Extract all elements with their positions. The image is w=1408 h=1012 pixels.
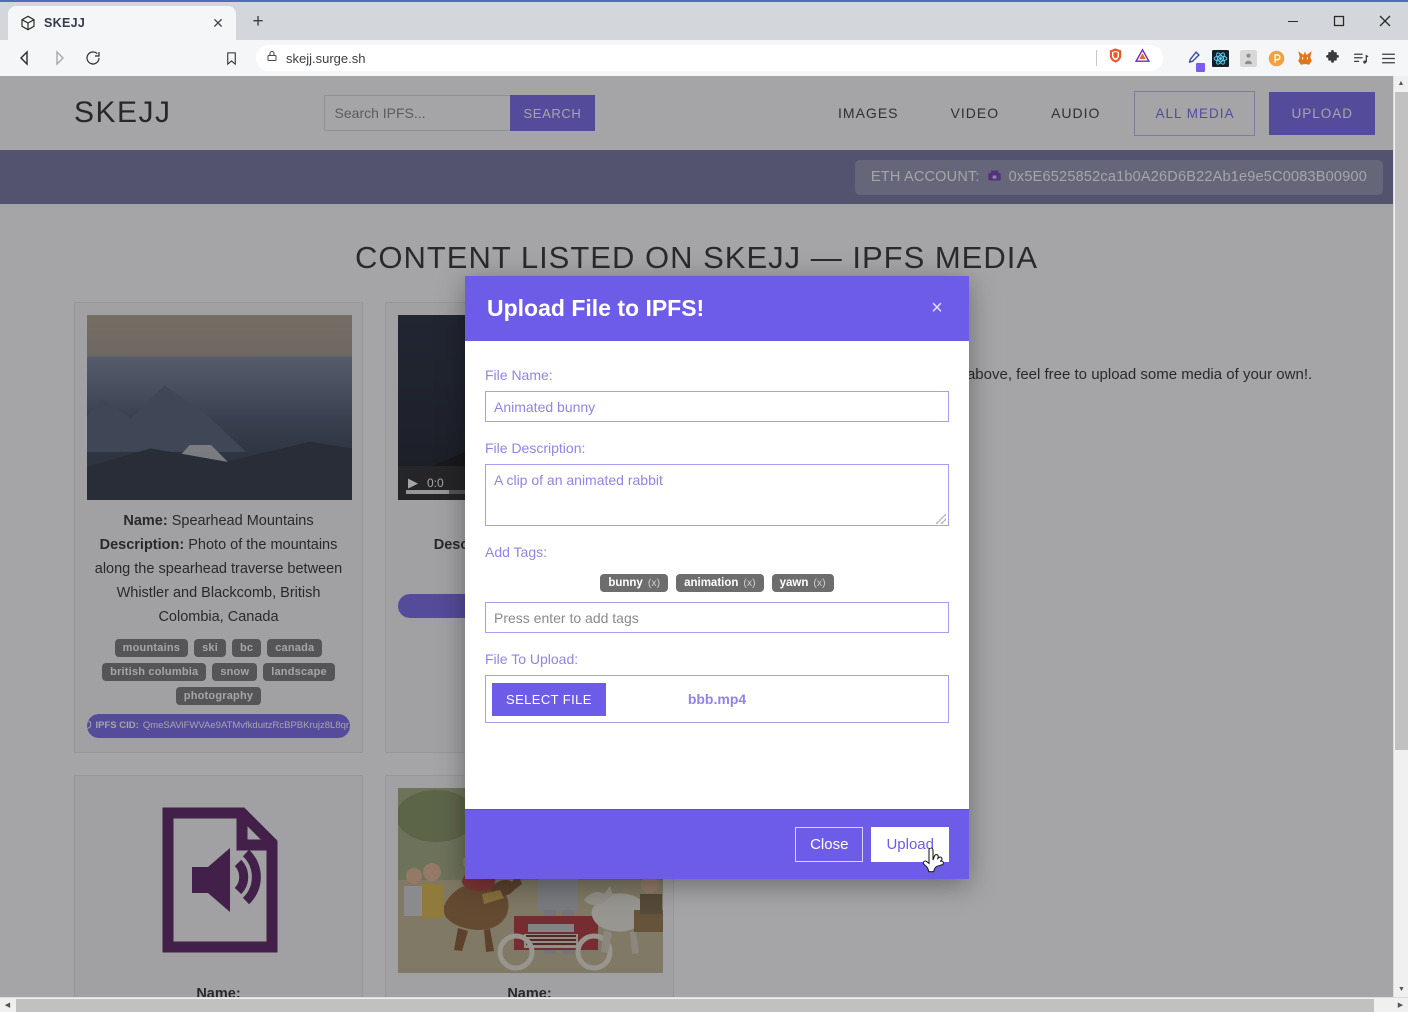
file-to-upload-label: File To Upload: — [485, 651, 579, 667]
caret-right-icon[interactable]: ▶ — [1393, 998, 1408, 1012]
react-devtools-icon[interactable] — [1211, 49, 1230, 68]
horizontal-scrollbar-thumb[interactable] — [16, 999, 1374, 1012]
lock-icon — [266, 49, 278, 67]
new-tab-button[interactable]: + — [244, 8, 272, 36]
cube-icon — [20, 15, 36, 31]
modal-body: File Name: Animated bunny File Descripti… — [465, 341, 969, 809]
modal-tag-label: animation — [684, 577, 739, 589]
select-file-button[interactable]: SELECT FILE — [492, 682, 606, 716]
modal-tag-label: yawn — [779, 577, 809, 589]
window-controls — [1270, 2, 1408, 40]
maximize-icon[interactable] — [1316, 2, 1362, 40]
modal-footer: Close Upload — [465, 809, 969, 879]
vertical-scrollbar-thumb[interactable] — [1395, 92, 1408, 750]
mouse-cursor-pointer-icon — [922, 847, 946, 878]
caret-up-icon[interactable]: ▲ — [1394, 76, 1408, 91]
file-name-input[interactable]: Animated bunny — [485, 391, 949, 422]
modal-tag-chip[interactable]: animation (x) — [676, 574, 764, 592]
close-icon[interactable]: ✕ — [208, 13, 228, 33]
page-viewport: SKEJJ Search IPFS... SEARCH IMAGES VIDEO… — [0, 76, 1393, 997]
orange-circle-extension-icon[interactable] — [1267, 49, 1286, 68]
close-icon[interactable]: × — [925, 296, 949, 320]
file-description-textarea[interactable]: A clip of an animated rabbit — [485, 464, 949, 526]
caret-down-icon[interactable]: ▼ — [1394, 982, 1408, 997]
pocket-icon[interactable] — [1239, 49, 1258, 68]
add-tags-label: Add Tags: — [485, 544, 548, 560]
modal-tag-list: bunny (x) animation (x) yawn (x) — [485, 574, 949, 592]
forward-arrow-icon — [44, 44, 74, 72]
minimize-icon[interactable] — [1270, 2, 1316, 40]
reload-icon[interactable] — [78, 44, 108, 72]
browser-tab[interactable]: SKEJJ ✕ — [8, 6, 236, 40]
modal-tag-chip[interactable]: bunny (x) — [600, 574, 669, 592]
remove-tag-icon[interactable]: (x) — [813, 577, 825, 589]
browser-navbar: skejj.surge.sh — [0, 40, 1408, 76]
url-bar[interactable]: skejj.surge.sh — [256, 45, 1163, 71]
tab-title: SKEJJ — [44, 16, 86, 30]
url-text: skejj.surge.sh — [286, 50, 366, 66]
browser-titlebar: SKEJJ ✕ + — [0, 0, 1408, 40]
playlist-icon[interactable] — [1351, 49, 1370, 68]
file-description-label: File Description: — [485, 440, 586, 456]
tag-input[interactable]: Press enter to add tags — [485, 602, 949, 633]
modal-header: Upload File to IPFS! × — [465, 276, 969, 341]
file-name-label: File Name: — [485, 367, 553, 383]
triangle-extension-icon[interactable] — [1134, 47, 1151, 69]
modal-tag-chip[interactable]: yawn (x) — [771, 574, 834, 592]
puzzle-extensions-icon[interactable] — [1323, 49, 1342, 68]
file-picker[interactable]: SELECT FILE bbb.mp4 — [485, 675, 949, 723]
remove-tag-icon[interactable]: (x) — [743, 577, 755, 589]
file-description-value: A clip of an animated rabbit — [494, 472, 663, 488]
modal-title: Upload File to IPFS! — [487, 295, 705, 321]
remove-tag-icon[interactable]: (x) — [648, 577, 660, 589]
extension-tray — [1173, 49, 1398, 72]
close-button[interactable]: Close — [795, 827, 864, 862]
upload-modal: Upload File to IPFS! × File Name: Animat… — [465, 276, 969, 879]
eyedropper-icon[interactable] — [1183, 49, 1205, 72]
divider — [1096, 50, 1097, 66]
vertical-scrollbar[interactable]: ▲ ▼ — [1393, 76, 1408, 997]
back-arrow-icon[interactable] — [10, 44, 40, 72]
caret-left-icon[interactable]: ◀ — [0, 1002, 15, 1009]
brave-shields-icon[interactable] — [1107, 47, 1124, 69]
modal-tag-label: bunny — [608, 577, 643, 589]
bookmark-icon[interactable] — [216, 44, 246, 72]
resize-grip-icon[interactable] — [936, 514, 946, 524]
horizontal-scrollbar[interactable]: ◀ ▶ — [0, 997, 1408, 1012]
window-close-icon[interactable] — [1362, 2, 1408, 40]
metamask-fox-icon[interactable] — [1295, 49, 1314, 68]
browser-menu-icon[interactable] — [1379, 49, 1398, 68]
